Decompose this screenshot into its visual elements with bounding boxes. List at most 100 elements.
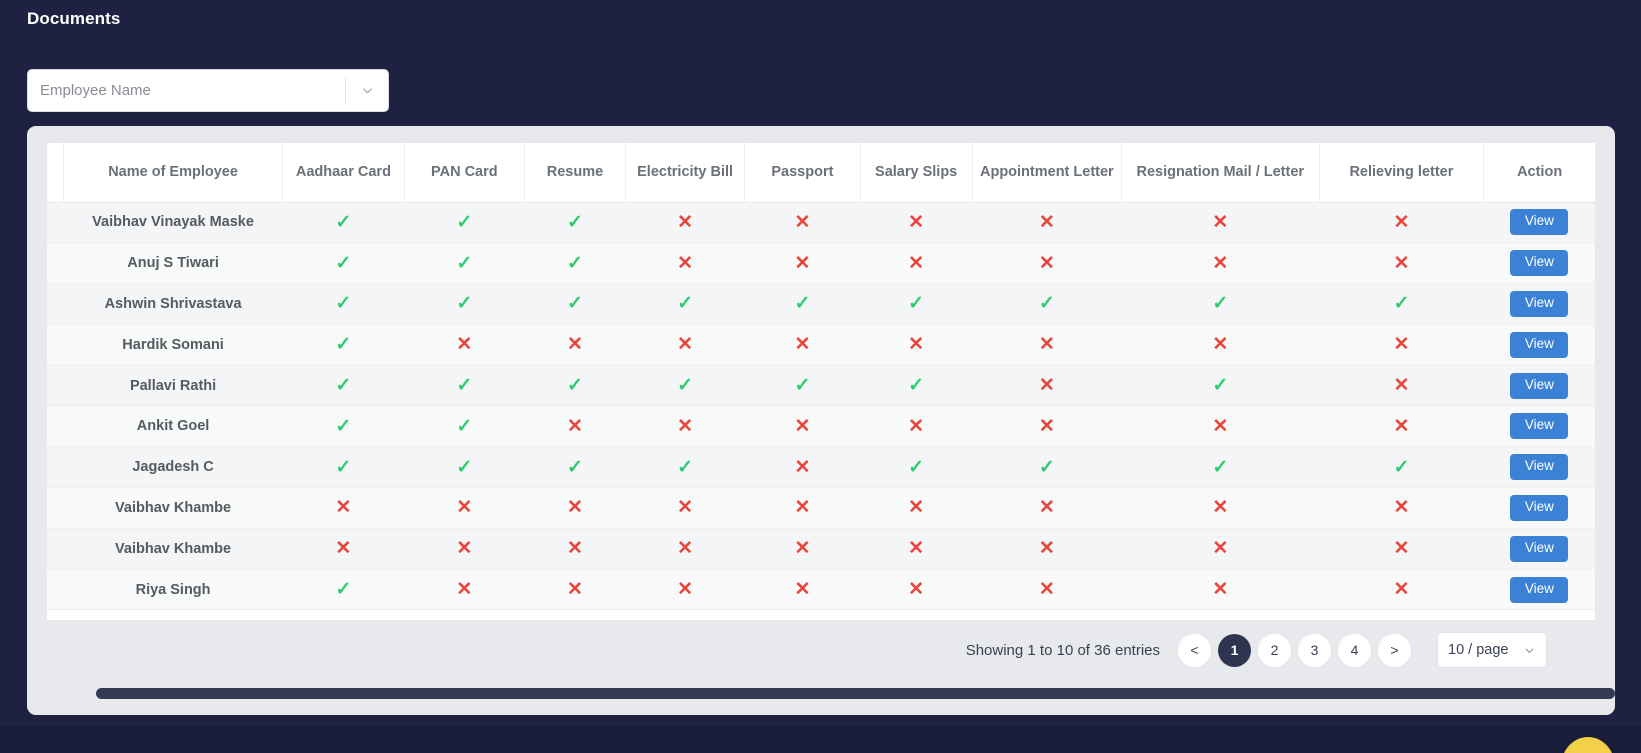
row-index-cell — [47, 488, 63, 529]
document-status-cell: ✕ — [860, 488, 972, 529]
chevron-down-icon[interactable] — [346, 70, 388, 111]
documents-table: Name of Employee Aadhaar Card PAN Card R… — [47, 143, 1595, 610]
employee-name-cell: Ankit Goel — [63, 406, 282, 447]
document-status-cell: ✕ — [972, 528, 1121, 569]
employee-name-select[interactable]: Employee Name — [27, 69, 389, 112]
document-status-cell: ✕ — [860, 569, 972, 610]
page-title: Documents — [27, 9, 120, 29]
document-status-cell: ✕ — [525, 528, 626, 569]
document-status-cell: ✓ — [283, 284, 404, 325]
per-page-select[interactable]: 10 / page — [1437, 632, 1547, 668]
document-status-cell: ✓ — [525, 202, 626, 243]
cross-icon: ✕ — [1039, 213, 1055, 232]
pagination-page-1[interactable]: 1 — [1218, 634, 1251, 667]
documents-page: Documents Employee Name Name of Employee… — [0, 0, 1641, 753]
view-button[interactable]: View — [1510, 536, 1568, 562]
cross-icon: ✕ — [908, 335, 924, 354]
check-icon: ✓ — [1393, 294, 1409, 313]
documents-table-scroll[interactable]: Name of Employee Aadhaar Card PAN Card R… — [47, 143, 1595, 620]
view-button[interactable]: View — [1510, 413, 1568, 439]
documents-card: Name of Employee Aadhaar Card PAN Card R… — [27, 126, 1615, 715]
check-icon: ✓ — [677, 294, 693, 313]
document-status-cell: ✕ — [745, 324, 860, 365]
column-header-passport: Passport — [745, 143, 860, 202]
document-status-cell: ✕ — [860, 406, 972, 447]
employee-name-cell: Pallavi Rathi — [63, 365, 282, 406]
document-status-cell: ✓ — [283, 202, 404, 243]
check-icon: ✓ — [1212, 376, 1228, 395]
cross-icon: ✕ — [908, 417, 924, 436]
pagination-page-3[interactable]: 3 — [1298, 634, 1331, 667]
cross-icon: ✕ — [1393, 254, 1409, 273]
document-status-cell: ✕ — [1121, 569, 1319, 610]
cross-icon: ✕ — [1212, 417, 1228, 436]
action-cell: View — [1484, 406, 1595, 447]
document-status-cell: ✕ — [525, 569, 626, 610]
view-button[interactable]: View — [1510, 332, 1568, 358]
document-status-cell: ✕ — [860, 243, 972, 284]
view-button[interactable]: View — [1510, 454, 1568, 480]
cross-icon: ✕ — [456, 580, 472, 599]
cross-icon: ✕ — [677, 254, 693, 273]
check-icon: ✓ — [567, 213, 583, 232]
cross-icon: ✕ — [1393, 213, 1409, 232]
column-header-name: Name of Employee — [63, 143, 282, 202]
check-icon: ✓ — [1393, 458, 1409, 477]
column-header-salary-slips: Salary Slips — [860, 143, 972, 202]
cross-icon: ✕ — [335, 498, 351, 517]
cross-icon: ✕ — [1393, 417, 1409, 436]
column-header-pan: PAN Card — [404, 143, 524, 202]
document-status-cell: ✕ — [625, 202, 744, 243]
table-header: Name of Employee Aadhaar Card PAN Card R… — [47, 143, 1595, 202]
document-status-cell: ✓ — [283, 447, 404, 488]
document-status-cell: ✕ — [745, 202, 860, 243]
cross-icon: ✕ — [1393, 335, 1409, 354]
cross-icon: ✕ — [567, 539, 583, 558]
document-status-cell: ✓ — [860, 447, 972, 488]
check-icon: ✓ — [567, 458, 583, 477]
document-status-cell: ✕ — [972, 243, 1121, 284]
action-cell: View — [1484, 488, 1595, 529]
showing-entries-text: Showing 1 to 10 of 36 entries — [966, 642, 1160, 659]
view-button[interactable]: View — [1510, 291, 1568, 317]
action-cell: View — [1484, 528, 1595, 569]
document-status-cell: ✕ — [745, 528, 860, 569]
view-button[interactable]: View — [1510, 250, 1568, 276]
table-row: Vaibhav Khambe✕✕✕✕✕✕✕✕✕View — [47, 528, 1595, 569]
document-status-cell: ✕ — [972, 569, 1121, 610]
pagination-next-button[interactable]: > — [1378, 634, 1411, 667]
document-status-cell: ✕ — [972, 324, 1121, 365]
document-status-cell: ✓ — [525, 284, 626, 325]
document-status-cell: ✓ — [972, 447, 1121, 488]
document-status-cell: ✕ — [625, 569, 744, 610]
horizontal-scrollbar-thumb[interactable] — [96, 688, 1615, 699]
view-button[interactable]: View — [1510, 373, 1568, 399]
view-button[interactable]: View — [1510, 495, 1568, 521]
row-index-cell — [47, 243, 63, 284]
row-index-cell — [47, 365, 63, 406]
document-status-cell: ✕ — [745, 447, 860, 488]
document-status-cell: ✕ — [1319, 406, 1484, 447]
cross-icon: ✕ — [1393, 539, 1409, 558]
document-status-cell: ✕ — [625, 243, 744, 284]
document-status-cell: ✕ — [525, 324, 626, 365]
document-status-cell: ✓ — [745, 284, 860, 325]
action-cell: View — [1484, 284, 1595, 325]
document-status-cell: ✓ — [404, 447, 524, 488]
view-button[interactable]: View — [1510, 577, 1568, 603]
document-status-cell: ✓ — [1121, 284, 1319, 325]
document-status-cell: ✕ — [972, 365, 1121, 406]
pagination-page-2[interactable]: 2 — [1258, 634, 1291, 667]
table-body: Vaibhav Vinayak Maske✓✓✓✕✕✕✕✕✕ViewAnuj S… — [47, 202, 1595, 610]
cross-icon: ✕ — [794, 417, 810, 436]
row-index-cell — [47, 528, 63, 569]
document-status-cell: ✓ — [625, 365, 744, 406]
cross-icon: ✕ — [794, 539, 810, 558]
row-index-cell — [47, 284, 63, 325]
employee-name-cell: Vaibhav Khambe — [63, 528, 282, 569]
pagination-prev-button[interactable]: < — [1178, 634, 1211, 667]
view-button[interactable]: View — [1510, 209, 1568, 235]
employee-name-placeholder: Employee Name — [28, 82, 345, 99]
document-status-cell: ✕ — [745, 243, 860, 284]
pagination-page-4[interactable]: 4 — [1338, 634, 1371, 667]
